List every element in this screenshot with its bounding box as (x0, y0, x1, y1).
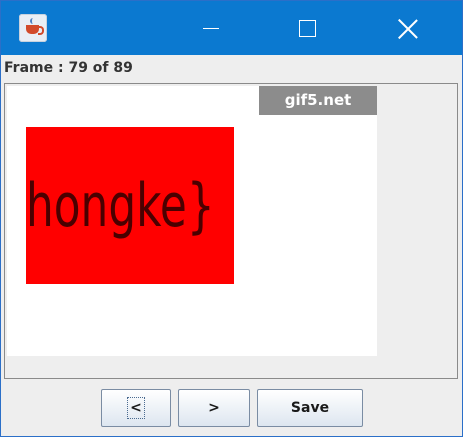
preview-canvas: gif5.net hongke} (7, 86, 377, 356)
maximize-icon (299, 20, 316, 37)
app-window: Frame : 79 of 89 gif5.net hongke} < > Sa… (0, 0, 463, 437)
save-button[interactable]: Save (257, 389, 363, 427)
previous-frame-button[interactable]: < (101, 389, 171, 427)
preview-image: hongke} (26, 127, 234, 284)
watermark-badge: gif5.net (259, 86, 377, 115)
frame-counter: Frame : 79 of 89 (4, 60, 133, 76)
maximize-button[interactable] (259, 1, 357, 55)
close-icon (397, 18, 419, 40)
preview-image-text: hongke} (26, 171, 215, 241)
java-cup-icon[interactable] (19, 14, 47, 42)
minimize-icon (203, 28, 219, 29)
next-frame-button[interactable]: > (178, 389, 250, 427)
title-bar[interactable] (1, 1, 462, 55)
preview-viewport: gif5.net hongke} (4, 83, 458, 379)
minimize-button[interactable] (161, 1, 259, 55)
previous-frame-label: < (127, 397, 145, 419)
close-button[interactable] (359, 1, 457, 55)
